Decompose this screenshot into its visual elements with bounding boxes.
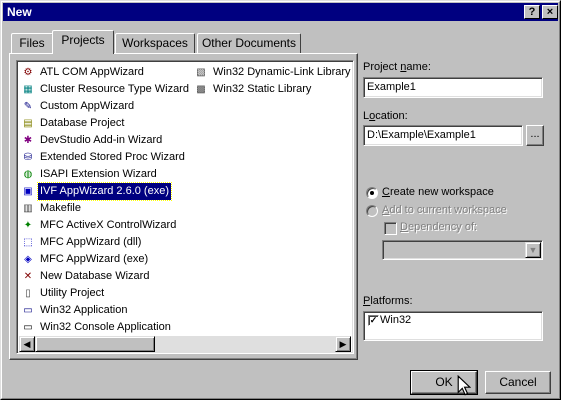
list-item-label: IVF AppWizard 2.6.0 (exe) bbox=[37, 182, 172, 201]
console-icon: ▭ bbox=[23, 322, 33, 333]
list-item-label: MFC ActiveX ControlWizard bbox=[40, 219, 177, 231]
list-item-label: New Database Wizard bbox=[40, 270, 150, 282]
platforms-label: Platforms: bbox=[363, 295, 413, 307]
stored-proc-icon: ⛁ bbox=[23, 152, 33, 163]
close-button[interactable]: × bbox=[542, 5, 558, 19]
list-item-label: Win32 Dynamic-Link Library bbox=[213, 66, 351, 78]
list-item-label: Win32 Console Application bbox=[40, 321, 171, 333]
add-workspace-radio[interactable] bbox=[366, 205, 378, 217]
list-item-label: MFC AppWizard (exe) bbox=[40, 253, 149, 265]
list-item-label: Makefile bbox=[40, 202, 81, 214]
lib-icon: ▩ bbox=[196, 84, 206, 95]
dll-icon: ▧ bbox=[196, 67, 206, 78]
list-item-label: Custom AppWizard bbox=[40, 100, 135, 112]
list-item-label: Database Project bbox=[40, 117, 125, 129]
browse-button[interactable]: ... bbox=[526, 125, 544, 146]
location-label: Location: bbox=[363, 110, 408, 122]
scroll-left-icon[interactable]: ◀ bbox=[19, 336, 35, 352]
location-input[interactable]: D:\Example\Example1 bbox=[363, 125, 523, 146]
dependency-checkbox[interactable] bbox=[384, 222, 397, 235]
list-item-label: MFC AppWizard (dll) bbox=[40, 236, 142, 248]
new-dialog: New ? × Files Projects Workspaces Other … bbox=[0, 0, 561, 400]
list-item-label: ISAPI Extension Wizard bbox=[40, 168, 157, 180]
globe-icon: ◍ bbox=[23, 169, 33, 180]
mfc-dll-icon: ⬚ bbox=[23, 237, 33, 248]
scroll-right-icon[interactable]: ▶ bbox=[335, 336, 351, 352]
add-workspace-label[interactable]: Add to current workspace bbox=[382, 204, 507, 216]
utility-icon: ▯ bbox=[25, 288, 31, 299]
list-item-label: Win32 Static Library bbox=[213, 83, 312, 95]
addin-icon: ✱ bbox=[23, 135, 33, 146]
ivf-icon: ▣ bbox=[23, 186, 33, 197]
title-bar[interactable]: New ? × bbox=[3, 3, 558, 21]
create-workspace-label[interactable]: Create new workspace bbox=[382, 186, 494, 198]
tab-workspaces[interactable]: Workspaces bbox=[115, 33, 195, 53]
tab-projects[interactable]: Projects bbox=[52, 30, 114, 54]
dependency-label[interactable]: Dependency of: bbox=[400, 221, 477, 233]
list-item-label: Extended Stored Proc Wizard bbox=[40, 151, 185, 163]
list-item-label: Cluster Resource Type Wizard bbox=[40, 83, 189, 95]
makefile-icon: ▥ bbox=[23, 203, 33, 214]
list-item-label: Win32 Application bbox=[40, 304, 128, 316]
platforms-list[interactable]: ✓ Win32 bbox=[363, 311, 543, 341]
create-workspace-radio[interactable] bbox=[366, 187, 378, 199]
help-button[interactable]: ? bbox=[524, 5, 540, 19]
custom-wizard-icon: ✎ bbox=[23, 101, 33, 112]
project-list[interactable]: ⚙ ATL COM AppWizard ▦ Cluster Resource Type… bbox=[16, 60, 354, 354]
list-item-label: Utility Project bbox=[40, 287, 105, 299]
dialog-title: New bbox=[7, 5, 32, 19]
mfc-exe-icon: ◈ bbox=[24, 254, 32, 265]
project-name-label: Project name: bbox=[363, 61, 431, 73]
list-item-label: ATL COM AppWizard bbox=[40, 66, 144, 78]
project-name-input[interactable]: Example1 bbox=[363, 77, 543, 98]
tab-other-documents[interactable]: Other Documents bbox=[197, 33, 301, 53]
tab-files[interactable]: Files bbox=[11, 33, 53, 53]
win32-app-icon: ▭ bbox=[23, 305, 33, 316]
atl-icon: ⚙ bbox=[23, 67, 33, 78]
cancel-button[interactable]: Cancel bbox=[485, 371, 551, 394]
scroll-thumb[interactable] bbox=[35, 336, 155, 352]
new-db-icon: ✕ bbox=[23, 271, 33, 282]
mouse-cursor-icon bbox=[457, 375, 471, 396]
platform-win32-checkbox[interactable]: ✓ bbox=[368, 315, 379, 326]
cluster-icon: ▦ bbox=[23, 84, 33, 95]
dependency-dropdown[interactable]: ▼ bbox=[382, 240, 543, 260]
chevron-down-icon[interactable]: ▼ bbox=[525, 242, 541, 258]
platform-win32-label[interactable]: Win32 bbox=[380, 314, 411, 326]
horizontal-scrollbar[interactable]: ◀ ▶ bbox=[19, 336, 351, 352]
database-icon: ▤ bbox=[23, 118, 33, 129]
activex-icon: ✦ bbox=[23, 220, 33, 231]
list-item-label: DevStudio Add-in Wizard bbox=[40, 134, 163, 146]
